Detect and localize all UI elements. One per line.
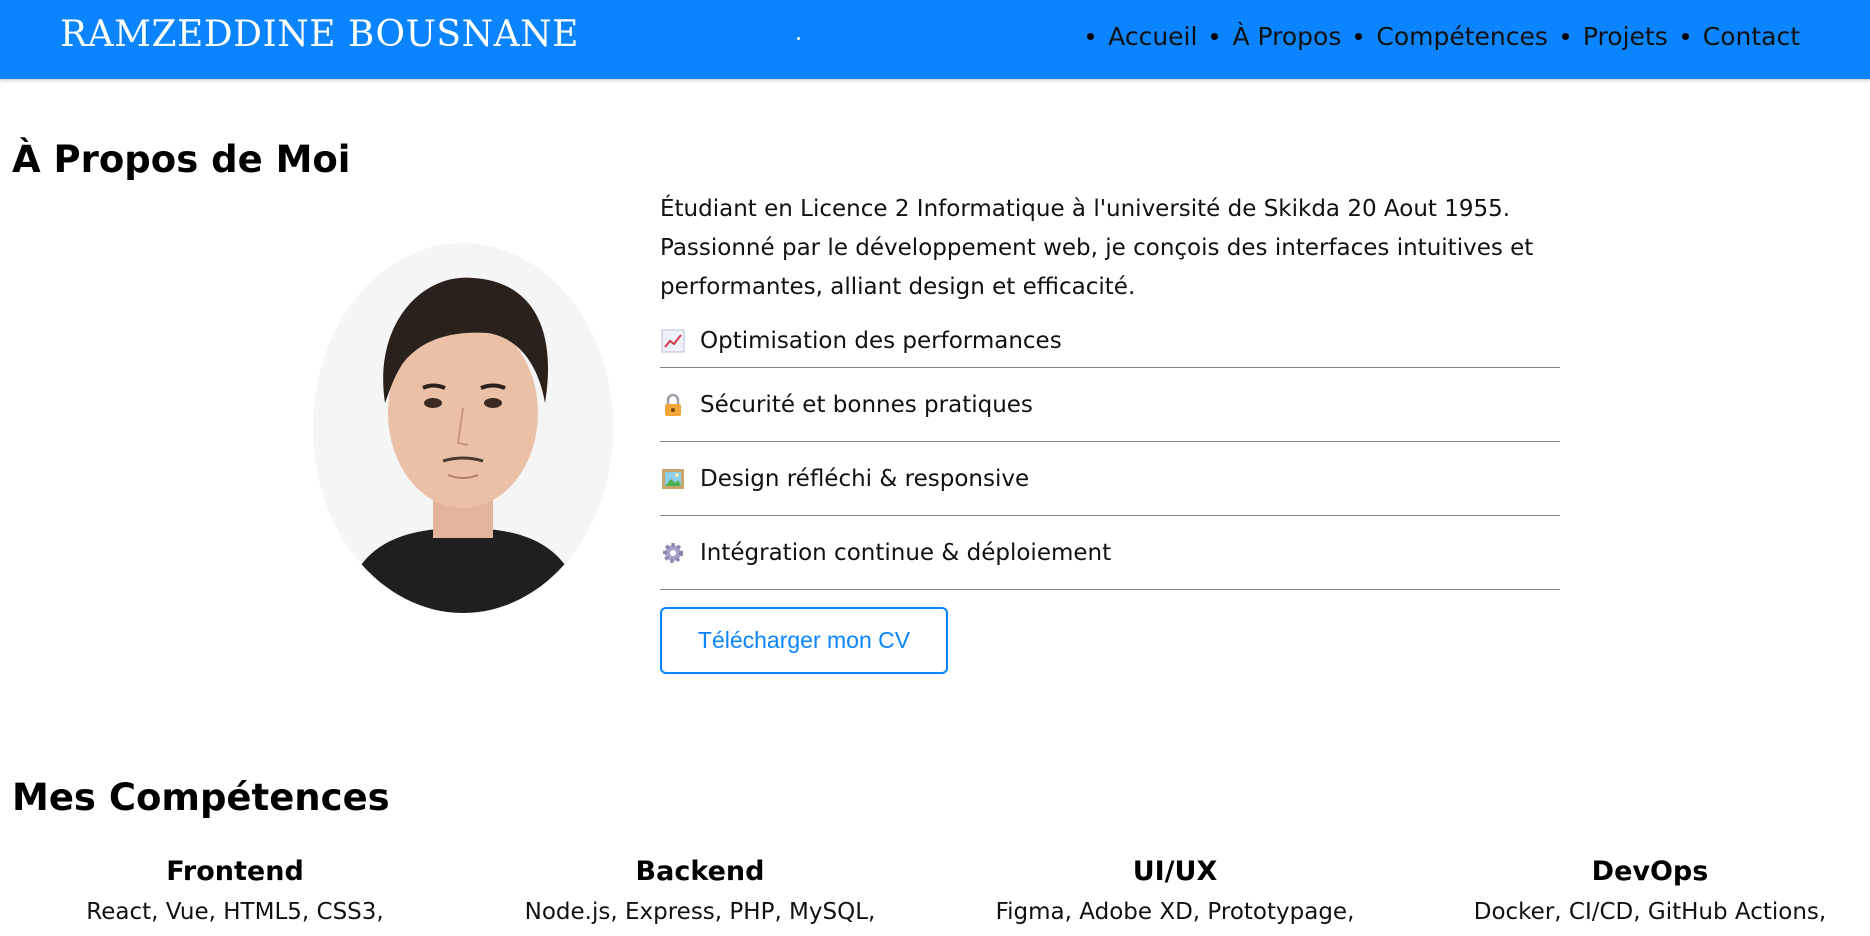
gear-icon [660, 540, 686, 566]
download-cv-button[interactable]: Télécharger mon CV [660, 607, 948, 674]
nav-dot-decoration [797, 37, 800, 40]
bullet-icon [1355, 33, 1363, 40]
skill-category-items: Figma, Adobe XD, Prototypage, [995, 899, 1355, 925]
nav-link-projets[interactable]: Projets [1548, 22, 1668, 51]
feature-item-design: Design réfléchi & responsive [660, 442, 1560, 516]
bullet-icon [1211, 33, 1219, 40]
skill-category-name: UI/UX [1132, 856, 1218, 887]
top-navbar: RAMZEDDINE BOUSNANE Accueil À Propos Com… [0, 0, 1870, 79]
nav-link-accueil[interactable]: Accueil [1087, 22, 1197, 51]
person-portrait-icon [313, 243, 613, 613]
nav-link-competences[interactable]: Compétences [1341, 22, 1548, 51]
bullet-icon [1681, 33, 1689, 40]
nav-links: Accueil À Propos Compétences Projets Con… [1087, 22, 1800, 51]
skills-section-title: Mes Compétences [12, 776, 390, 819]
feature-item-performance: Optimisation des performances [660, 315, 1560, 368]
skill-card-uiux: UI/UX Figma, Adobe XD, Prototypage, [940, 856, 1410, 925]
nav-link-a-propos[interactable]: À Propos [1197, 22, 1341, 51]
skill-card-backend: Backend Node.js, Express, PHP, MySQL, [465, 856, 935, 925]
lock-icon [660, 392, 686, 418]
skill-category-name: Backend [635, 856, 765, 887]
feature-item-security: Sécurité et bonnes pratiques [660, 368, 1560, 442]
framed-picture-icon [660, 466, 686, 492]
bullet-icon [1561, 33, 1569, 40]
skill-category-name: DevOps [1591, 856, 1709, 887]
skill-category-name: Frontend [166, 856, 304, 887]
skill-card-frontend: Frontend React, Vue, HTML5, CSS3, [0, 856, 470, 925]
about-description: Étudiant en Licence 2 Informatique à l'u… [660, 196, 1534, 300]
feature-list: Optimisation des performances Sécurité e… [660, 315, 1560, 590]
about-section-title: À Propos de Moi [12, 138, 351, 181]
skill-category-items: React, Vue, HTML5, CSS3, [86, 899, 384, 925]
skill-category-items: Node.js, Express, PHP, MySQL, [524, 899, 876, 925]
skill-category-items: Docker, CI/CD, GitHub Actions, [1473, 899, 1827, 925]
nav-link-contact[interactable]: Contact [1668, 22, 1800, 51]
profile-photo [313, 243, 613, 613]
skill-card-devops: DevOps Docker, CI/CD, GitHub Actions, [1415, 856, 1870, 925]
feature-item-ci-cd: Intégration continue & déploiement [660, 516, 1560, 590]
bullet-icon [1087, 33, 1095, 40]
chart-increasing-icon [660, 328, 686, 354]
brand-logo[interactable]: RAMZEDDINE BOUSNANE [60, 14, 579, 55]
